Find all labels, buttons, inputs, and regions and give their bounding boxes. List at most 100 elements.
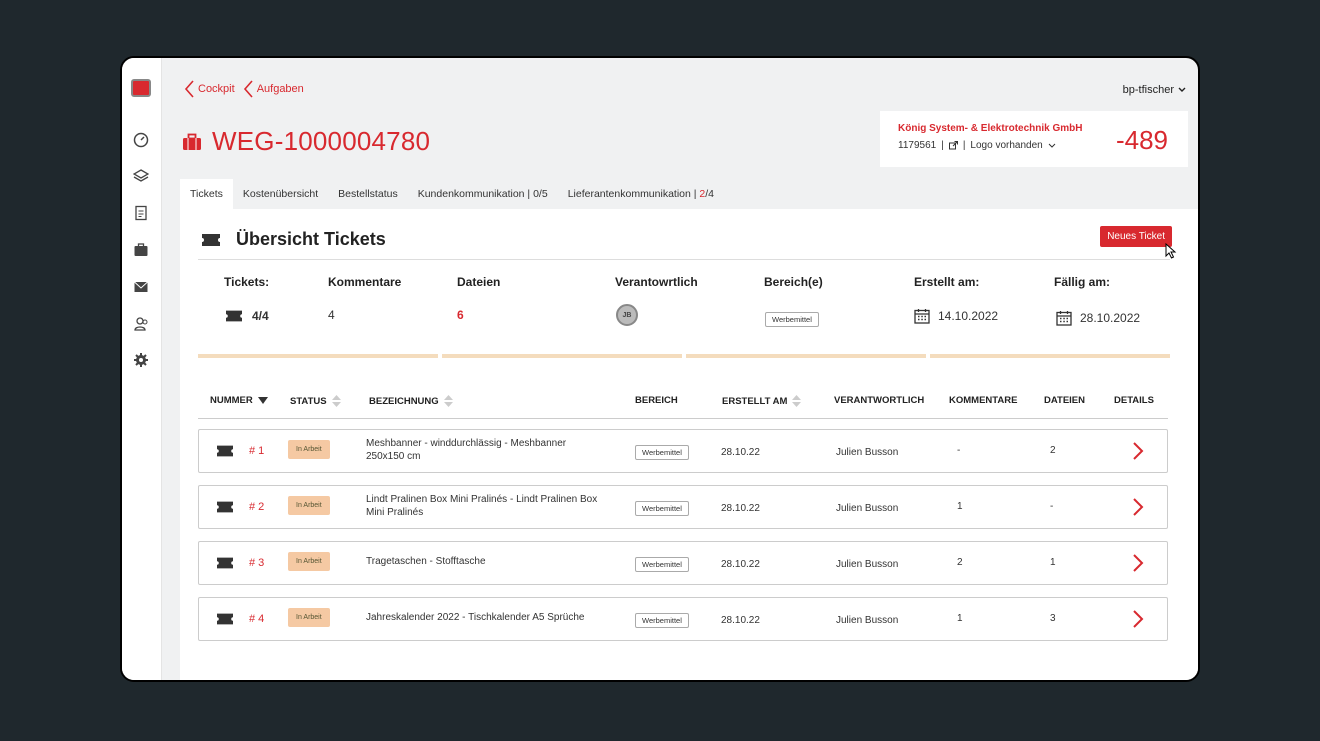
comments-count: - — [957, 445, 961, 456]
responsible: Julien Busson — [836, 503, 899, 514]
summary-dateien: 6 — [457, 308, 464, 322]
settings-gear-icon[interactable] — [132, 351, 150, 369]
comments-count: 2 — [957, 557, 963, 568]
column-label: BEZEICHNUNG — [369, 395, 439, 407]
created-date: 28.10.22 — [721, 559, 760, 570]
status-badge: In Arbeit — [288, 496, 330, 515]
column-erstellt[interactable]: ERSTELLT AM — [722, 395, 802, 407]
user-name: bp-tfischer — [1122, 84, 1174, 96]
breadcrumb-label: Cockpit — [198, 83, 235, 95]
ticket-icon — [202, 233, 220, 246]
summary-label-erstellt: Erstellt am: — [914, 275, 980, 289]
column-kommentare: KOMMENTARE — [949, 395, 1018, 406]
app-window: Cockpit Aufgaben bp-tfischer WEG-1000004… — [120, 56, 1200, 682]
status-badge: In Arbeit — [288, 552, 330, 571]
summary-kommentare: 4 — [328, 308, 335, 322]
responsible: Julien Busson — [836, 615, 899, 626]
column-status[interactable]: STATUS — [290, 395, 341, 407]
column-bezeichnung[interactable]: BEZEICHNUNG — [369, 395, 453, 407]
sort-desc-icon — [257, 397, 268, 404]
ticket-icon — [217, 557, 233, 569]
tab-kundenkommunikation[interactable]: Kundenkommunikation | 0/5 — [408, 179, 558, 209]
sort-icon — [792, 395, 802, 407]
ticket-name-line: Jahreskalender 2022 - Tischkalender A5 S… — [366, 612, 585, 623]
progress-bar — [198, 354, 438, 358]
tab-lieferantenkommunikation[interactable]: Lieferantenkommunikation | 2/4 — [558, 179, 724, 209]
column-label: STATUS — [290, 395, 327, 407]
table-row[interactable]: # 3 In Arbeit Tragetaschen - Stofftasche… — [198, 541, 1168, 585]
customer-id: 1179561 — [898, 140, 937, 151]
ticket-number: # 4 — [249, 613, 265, 625]
files-count: 2 — [1050, 445, 1056, 456]
summary-label-verantwortlich: Verantowrtlich — [615, 275, 698, 289]
summary-tickets: 4/4 — [224, 308, 269, 324]
users-icon[interactable] — [132, 315, 150, 333]
table-row[interactable]: # 4 In Arbeit Jahreskalender 2022 - Tisc… — [198, 597, 1168, 641]
column-nummer[interactable]: NUMMER — [210, 395, 268, 406]
chevron-right-icon[interactable] — [1131, 553, 1145, 573]
sidebar — [122, 58, 162, 680]
page-header: WEG-1000004780 — [182, 126, 430, 157]
table-row[interactable]: # 2 In Arbeit Lindt Pralinen Box Mini Pr… — [198, 485, 1168, 529]
divider: | — [941, 140, 944, 151]
summary-verantwortlich: JB — [616, 304, 638, 326]
files-count: - — [1050, 501, 1054, 512]
external-link-icon[interactable] — [948, 141, 958, 150]
ticket-number: # 1 — [249, 445, 265, 457]
created-date: 28.10.22 — [721, 615, 760, 626]
page-title: WEG-1000004780 — [212, 126, 431, 156]
created-date: 28.10.22 — [721, 447, 760, 458]
breadcrumb-label: Aufgaben — [256, 83, 304, 95]
ticket-name: Meshbanner - winddurchlässig - Meshbanne… — [366, 437, 566, 463]
breadcrumb: Cockpit Aufgaben — [184, 80, 304, 98]
mail-icon[interactable] — [132, 278, 150, 296]
new-ticket-button[interactable]: Neues Ticket — [1100, 226, 1172, 247]
table-row[interactable]: # 1 In Arbeit Meshbanner - winddurchläss… — [198, 429, 1168, 473]
progress-bar — [686, 354, 926, 358]
ticket-name-line: 250x150 cm — [366, 451, 421, 462]
tab-label: /4 — [705, 188, 715, 200]
ticket-number: # 2 — [249, 501, 265, 513]
user-menu[interactable]: bp-tfischer — [1123, 84, 1186, 96]
divider — [198, 259, 1170, 260]
ticket-name-line: Lindt Pralinen Box Mini Pralinés - Lindt… — [366, 494, 598, 505]
chevron-down-icon[interactable] — [1048, 143, 1056, 149]
tab-kostenuebersicht[interactable]: Kostenübersicht — [233, 179, 328, 209]
tab-tickets[interactable]: Tickets — [180, 179, 233, 209]
summary-value: 14.10.2022 — [938, 309, 999, 323]
chevron-right-icon[interactable] — [1131, 441, 1145, 461]
document-icon[interactable] — [132, 204, 150, 222]
dashboard-gauge-icon[interactable] — [132, 131, 150, 149]
chevron-right-icon[interactable] — [1131, 609, 1145, 629]
calendar-icon — [1056, 311, 1072, 326]
bereich-tag: Werbemittel — [635, 445, 689, 460]
summary-label-tickets: Tickets: — [224, 275, 270, 289]
customer-card: König System- & Elektrotechnik GmbH 1179… — [880, 111, 1188, 167]
summary-faellig: 28.10.2022 — [1056, 310, 1140, 326]
summary-label-dateien: Dateien — [457, 275, 501, 289]
logo-status[interactable]: Logo vorhanden — [970, 140, 1042, 151]
tab-label: Lieferantenkommunikation | — [567, 188, 700, 200]
progress-bars — [198, 354, 1170, 358]
summary-value: 4/4 — [252, 309, 269, 323]
breadcrumb-aufgaben[interactable]: Aufgaben — [243, 80, 304, 98]
column-verantwortlich: VERANTWORTLICH — [834, 395, 925, 406]
summary-value: 28.10.2022 — [1080, 311, 1141, 325]
ticket-number: # 3 — [249, 557, 265, 569]
bereich-tag: Werbemittel — [635, 557, 689, 572]
ticket-name-line: Mini Pralinés — [366, 507, 424, 518]
ticket-name: Tragetaschen - Stofftasche — [366, 555, 486, 568]
power-icon[interactable] — [131, 79, 151, 97]
mouse-cursor-icon — [1165, 243, 1177, 259]
layers-icon[interactable] — [132, 167, 150, 185]
responsible: Julien Busson — [836, 447, 899, 458]
briefcase-icon[interactable] — [132, 241, 150, 259]
chevron-right-icon[interactable] — [1131, 497, 1145, 517]
ticket-name: Jahreskalender 2022 - Tischkalender A5 S… — [366, 611, 584, 624]
created-date: 28.10.22 — [721, 503, 760, 514]
column-details: DETAILS — [1114, 395, 1154, 406]
summary-erstellt: 14.10.2022 — [914, 308, 998, 324]
tab-bestellstatus[interactable]: Bestellstatus — [328, 179, 408, 209]
summary-label-kommentare: Kommentare — [328, 275, 402, 289]
breadcrumb-cockpit[interactable]: Cockpit — [184, 80, 235, 98]
